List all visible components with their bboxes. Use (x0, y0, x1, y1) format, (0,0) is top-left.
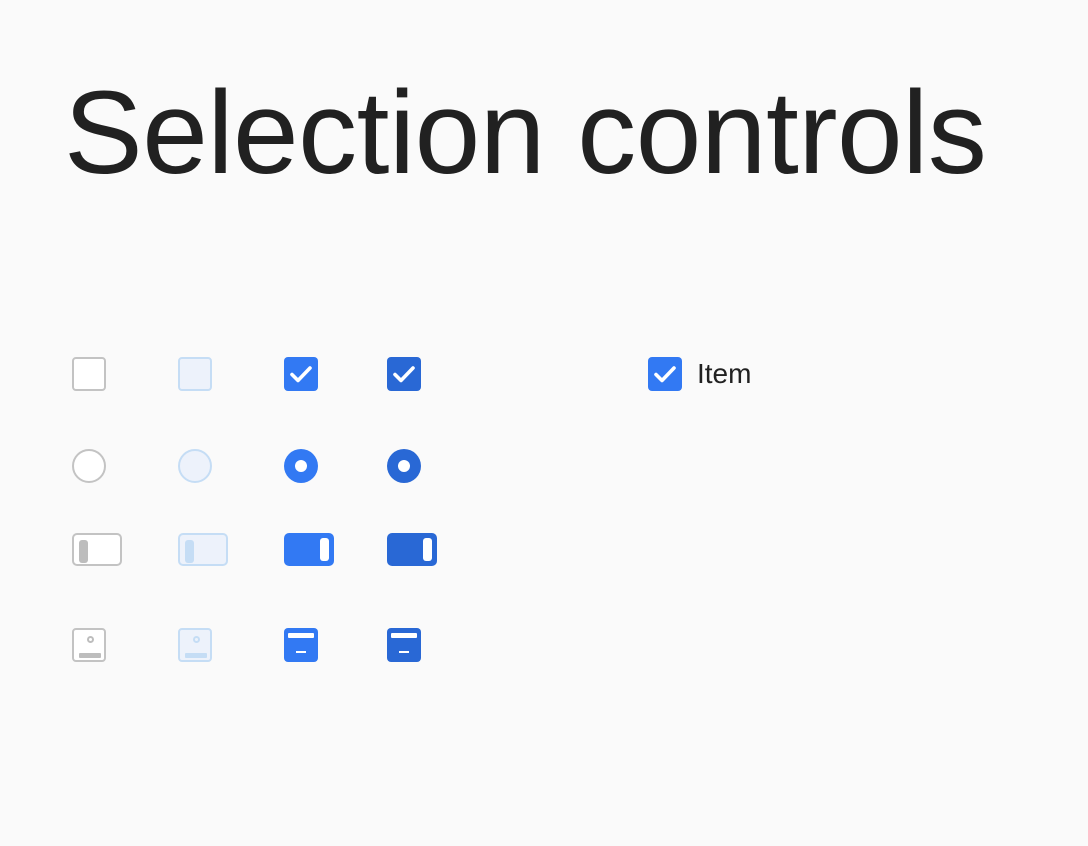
switch-off[interactable] (72, 533, 122, 566)
switch-knob-icon (185, 540, 194, 563)
check-icon (654, 366, 676, 383)
switch-disabled (178, 533, 228, 566)
radio-selected-pressed[interactable] (387, 449, 421, 483)
check-icon (290, 366, 312, 383)
picture-select-selected-pressed[interactable] (387, 628, 421, 662)
page-title: Selection controls (64, 67, 987, 199)
radio-unselected[interactable] (72, 449, 106, 483)
image-icon (391, 633, 417, 638)
radio-selected[interactable] (284, 449, 318, 483)
checkbox-unselected[interactable] (72, 357, 106, 391)
switch-on-pressed[interactable] (387, 533, 437, 566)
picture-select-disabled (178, 628, 212, 662)
checkbox-disabled (178, 357, 212, 391)
switch-knob-icon (79, 540, 88, 563)
picture-select-selected[interactable] (284, 628, 318, 662)
image-icon (193, 636, 200, 643)
radio-dot-icon (295, 460, 307, 472)
radio-disabled (178, 449, 212, 483)
radio-dot-icon (398, 460, 410, 472)
switch-knob-icon (423, 538, 432, 561)
switch-on[interactable] (284, 533, 334, 566)
picture-select-unselected[interactable] (72, 628, 106, 662)
checkbox-selected[interactable] (284, 357, 318, 391)
check-icon (393, 366, 415, 383)
item-checkbox[interactable] (648, 357, 682, 391)
checkbox-selected-pressed[interactable] (387, 357, 421, 391)
switch-knob-icon (320, 538, 329, 561)
image-icon (87, 636, 94, 643)
image-icon (288, 633, 314, 638)
item-checkbox-label[interactable]: Item (697, 357, 751, 391)
